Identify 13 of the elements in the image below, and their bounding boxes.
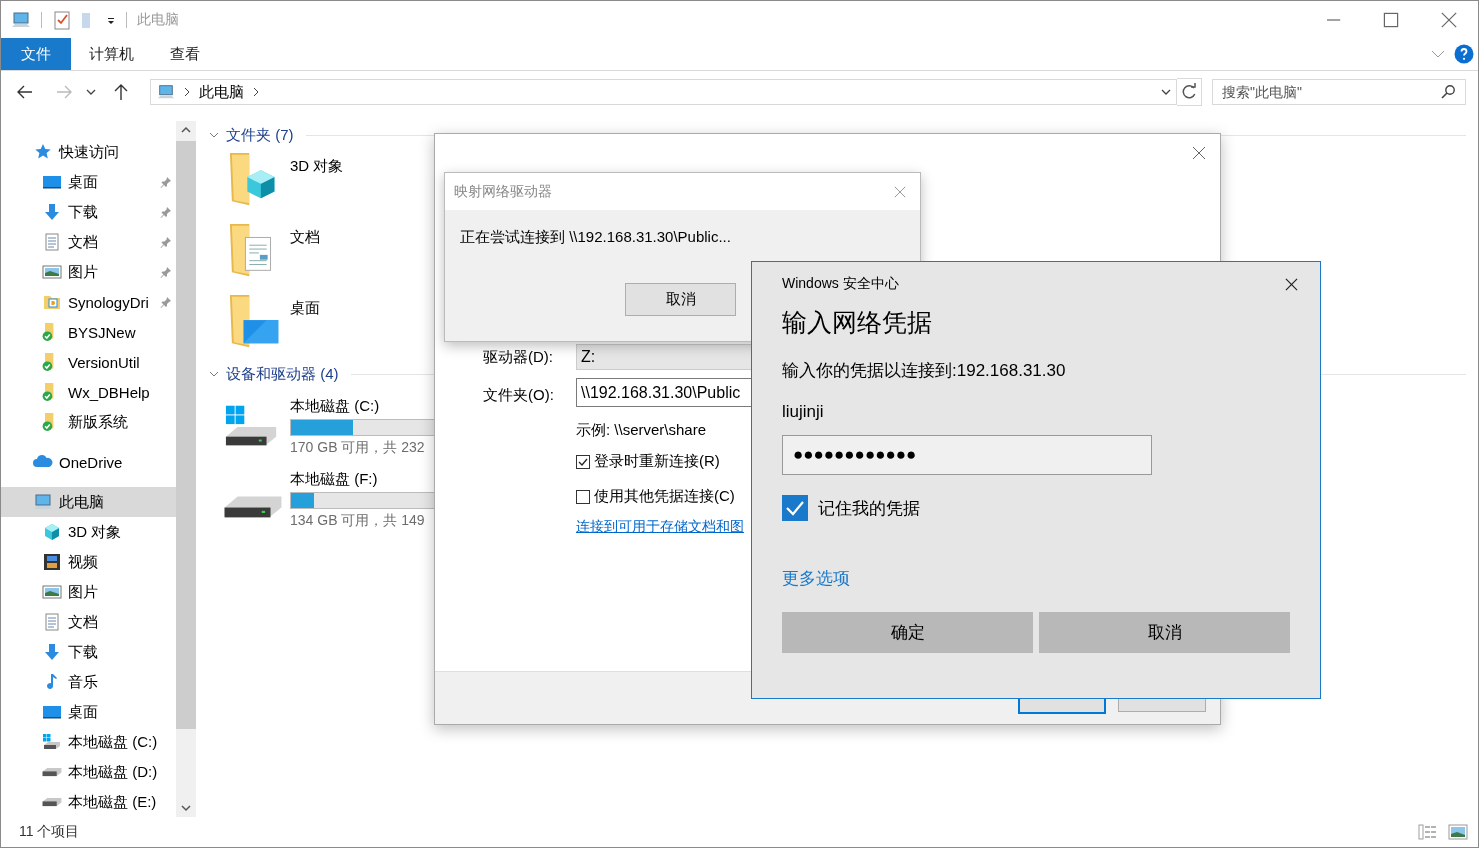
username-text: liujinji bbox=[782, 402, 825, 422]
dialog-heading: 输入网络凭据 bbox=[782, 307, 933, 338]
field-label: 驱动器(D): bbox=[483, 347, 554, 367]
prompt-text: 输入你的凭据以连接到:192.168.31.30 bbox=[782, 360, 1067, 382]
free-space-text: 134 GB 可用，共 149 bbox=[290, 511, 426, 530]
item-count: 11 个项目 bbox=[19, 823, 80, 841]
free-space-text: 170 GB 可用，共 232 bbox=[290, 438, 426, 457]
example-text: 示例: \\server\share bbox=[576, 421, 708, 440]
status-message: 正在尝试连接到 \\192.168.31.30\Public... bbox=[460, 228, 732, 247]
field-label: 文件夹(O): bbox=[483, 386, 555, 405]
window-title: 此电脑 bbox=[137, 10, 179, 29]
dialog-caption: Windows 安全中心 bbox=[782, 275, 899, 293]
dialog-title: 映射网络驱动器 bbox=[454, 182, 552, 201]
